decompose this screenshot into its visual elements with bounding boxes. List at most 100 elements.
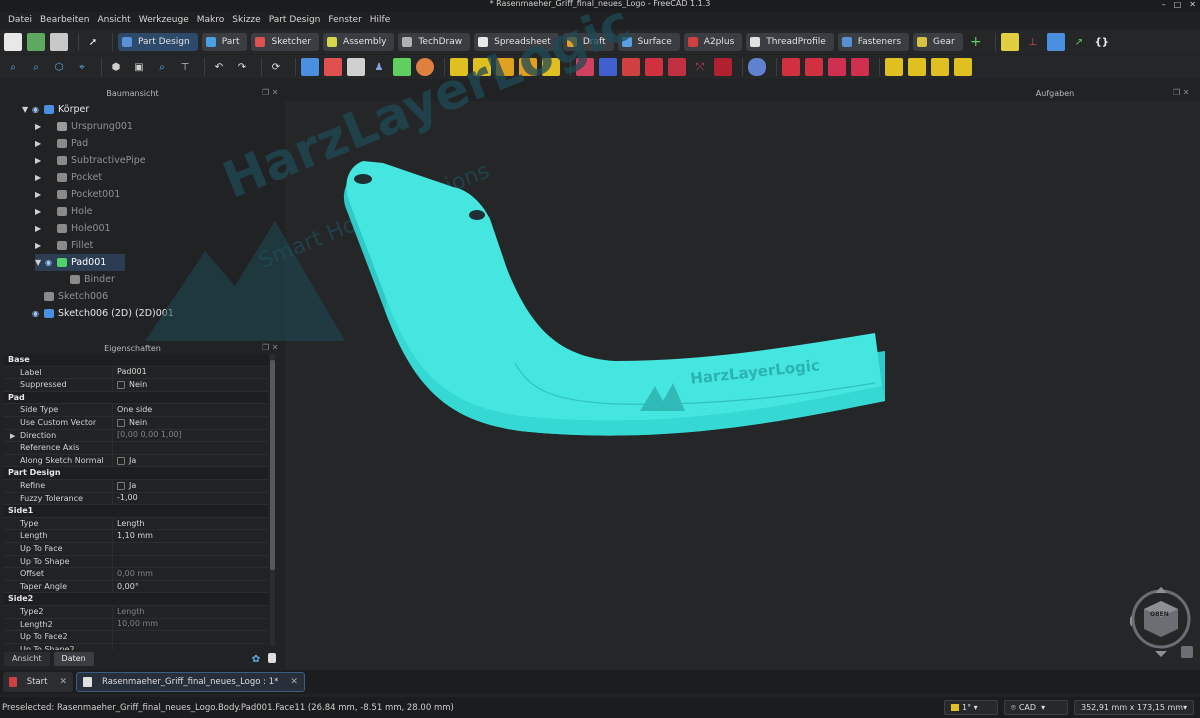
close-window-button[interactable]: ✕ <box>1189 0 1196 9</box>
visibility-eye-icon[interactable]: ◉ <box>32 309 44 318</box>
menu-ansicht[interactable]: Ansicht <box>93 12 134 29</box>
document-tab[interactable]: Start ✕ <box>3 672 73 692</box>
create-body-icon[interactable] <box>301 58 319 76</box>
property-value[interactable]: Length <box>112 606 268 618</box>
tree-item[interactable]: ▶ Hole <box>35 203 92 220</box>
expand-arrow-icon[interactable]: ▶ <box>35 207 45 216</box>
workbench-part-design-button[interactable]: Part Design <box>118 33 198 51</box>
workbench-techdraw-button[interactable]: TechDraw <box>398 33 471 51</box>
property-row[interactable]: Side Type One side <box>4 404 268 417</box>
property-value[interactable] <box>112 543 268 555</box>
dimension-readout[interactable]: 352,91 mm x 173,15 mm ▾ <box>1074 700 1194 715</box>
measure-icon[interactable]: ⌕ <box>153 58 171 76</box>
property-row[interactable]: Suppressed Nein <box>4 379 268 392</box>
menu-makro[interactable]: Makro <box>193 12 229 29</box>
property-row[interactable]: Length2 10,00 mm <box>4 618 268 632</box>
property-row[interactable]: Fuzzy Tolerance -1,00 <box>4 492 268 506</box>
minimize-button[interactable]: – <box>1162 0 1166 9</box>
expand-arrow-icon[interactable]: ▶ <box>35 241 45 250</box>
fit-all-icon[interactable]: ⌕ <box>4 58 22 76</box>
property-row[interactable]: Type Length <box>4 517 268 531</box>
fit-selection-icon[interactable]: ⌕ <box>27 58 45 76</box>
visibility-eye-icon[interactable]: ◉ <box>32 105 44 114</box>
menu-hilfe[interactable]: Hilfe <box>366 12 394 29</box>
tree-item[interactable]: ▼ ◉ Körper <box>22 101 89 118</box>
bounding-box-icon[interactable]: ▣ <box>130 58 148 76</box>
scrollbar-thumb[interactable] <box>270 360 275 570</box>
close-tab-icon[interactable]: ✕ <box>290 677 298 687</box>
select-arrow-icon[interactable]: ➚ <box>84 33 102 51</box>
float-panel-icon[interactable]: ❐ <box>262 88 269 97</box>
document-icon[interactable] <box>268 653 276 663</box>
thickness-icon[interactable] <box>851 58 869 76</box>
workbench-assembly-button[interactable]: Assembly <box>323 33 395 51</box>
expand-arrow-icon[interactable]: ▶ <box>35 122 45 131</box>
property-row[interactable]: Refine Ja <box>4 480 268 493</box>
subtractive-pipe-icon[interactable] <box>668 58 686 76</box>
property-value[interactable]: Pad001 <box>112 366 268 379</box>
polar-pattern-icon[interactable] <box>931 58 949 76</box>
tree-item[interactable]: ▶ Pocket <box>35 169 102 186</box>
isometric-view-icon[interactable]: ⬡ <box>50 58 68 76</box>
property-value[interactable] <box>112 555 268 568</box>
property-value[interactable]: One side <box>112 404 268 416</box>
workbench-part-button[interactable]: Part <box>201 33 248 51</box>
tab-daten[interactable]: Daten <box>53 651 94 666</box>
linear-pattern-icon[interactable] <box>908 58 926 76</box>
close-panel-icon[interactable]: ✕ <box>272 88 279 97</box>
workbench-gear-button[interactable]: Gear <box>913 33 963 51</box>
folder-icon[interactable] <box>1046 33 1065 51</box>
expand-arrow-icon[interactable]: ▶ <box>35 173 45 182</box>
draw-style-icon[interactable]: ⬢ <box>107 58 125 76</box>
datum-point-icon[interactable]: ♟ <box>370 58 388 76</box>
property-row[interactable]: Offset 0,00 mm <box>4 568 268 581</box>
handle-part-model[interactable] <box>285 101 1200 670</box>
close-panel-icon[interactable]: ✕ <box>272 343 279 352</box>
new-document-icon[interactable] <box>4 33 22 51</box>
draft-icon[interactable] <box>828 58 846 76</box>
tree-item[interactable]: Binder <box>48 271 115 288</box>
document-tab[interactable]: Rasenmaeher_Griff_final_neues_Logo : 1* ✕ <box>76 672 305 692</box>
expand-arrow-icon[interactable]: ▶ <box>35 156 45 165</box>
property-row[interactable]: Use Custom Vector Nein <box>4 417 268 430</box>
menu-skizze[interactable]: Skizze <box>228 12 264 29</box>
property-value[interactable]: [0,00 0,00 1,00] <box>112 429 268 442</box>
tree-item[interactable]: ▶ Hole001 <box>35 220 111 237</box>
tree-item[interactable]: ▶ Fillet <box>35 237 93 254</box>
units-selector[interactable]: 1° ▾ <box>944 700 998 715</box>
subtractive-loft-icon[interactable] <box>645 58 663 76</box>
navcube-menu-icon[interactable] <box>1181 646 1193 658</box>
property-value[interactable]: 0,00 mm <box>112 568 268 580</box>
property-value[interactable]: 1,10 mm <box>112 530 268 542</box>
checkbox[interactable] <box>117 481 125 490</box>
collapse-arrow-icon[interactable]: ▼ <box>35 258 45 267</box>
close-panel-icon[interactable]: ✕ <box>1183 88 1190 97</box>
property-group-header[interactable]: Side2 <box>4 593 268 606</box>
pick-icon[interactable]: ⌖ <box>73 58 91 76</box>
property-value[interactable] <box>112 442 268 454</box>
float-panel-icon[interactable]: ❐ <box>1173 88 1180 97</box>
collapse-arrow-icon[interactable]: ▼ <box>22 105 32 114</box>
property-value[interactable]: 10,00 mm <box>112 618 268 631</box>
open-document-icon[interactable] <box>27 33 45 51</box>
create-sketch-icon[interactable] <box>324 58 342 76</box>
close-tab-icon[interactable]: ✕ <box>59 677 67 687</box>
menu-datei[interactable]: Datei <box>4 12 36 29</box>
expand-arrow-icon[interactable]: ▶ <box>35 139 45 148</box>
property-value[interactable]: 0,00° <box>112 580 268 593</box>
mirrored-icon[interactable] <box>748 58 766 76</box>
checkbox[interactable] <box>117 418 125 427</box>
property-group-header[interactable]: Part Design <box>4 467 268 480</box>
property-row[interactable]: Label Pad001 <box>4 366 268 380</box>
checkbox[interactable] <box>117 380 125 389</box>
expand-arrow-icon[interactable]: ▶ <box>35 190 45 199</box>
workbench-sketcher-button[interactable]: Sketcher <box>251 33 320 51</box>
macro-braces-icon[interactable]: {} <box>1093 33 1111 51</box>
measure-tool-icon[interactable]: ⊤ <box>176 58 194 76</box>
tree-item[interactable]: Sketch006 <box>22 288 108 305</box>
workbench-fasteners-button[interactable]: Fasteners <box>837 33 910 51</box>
tree-item[interactable]: ▶ SubtractivePipe <box>35 152 146 169</box>
refresh-icon[interactable]: ⟳ <box>267 58 285 76</box>
float-panel-icon[interactable]: ❐ <box>262 343 269 352</box>
property-row[interactable]: Reference Axis <box>4 442 268 455</box>
